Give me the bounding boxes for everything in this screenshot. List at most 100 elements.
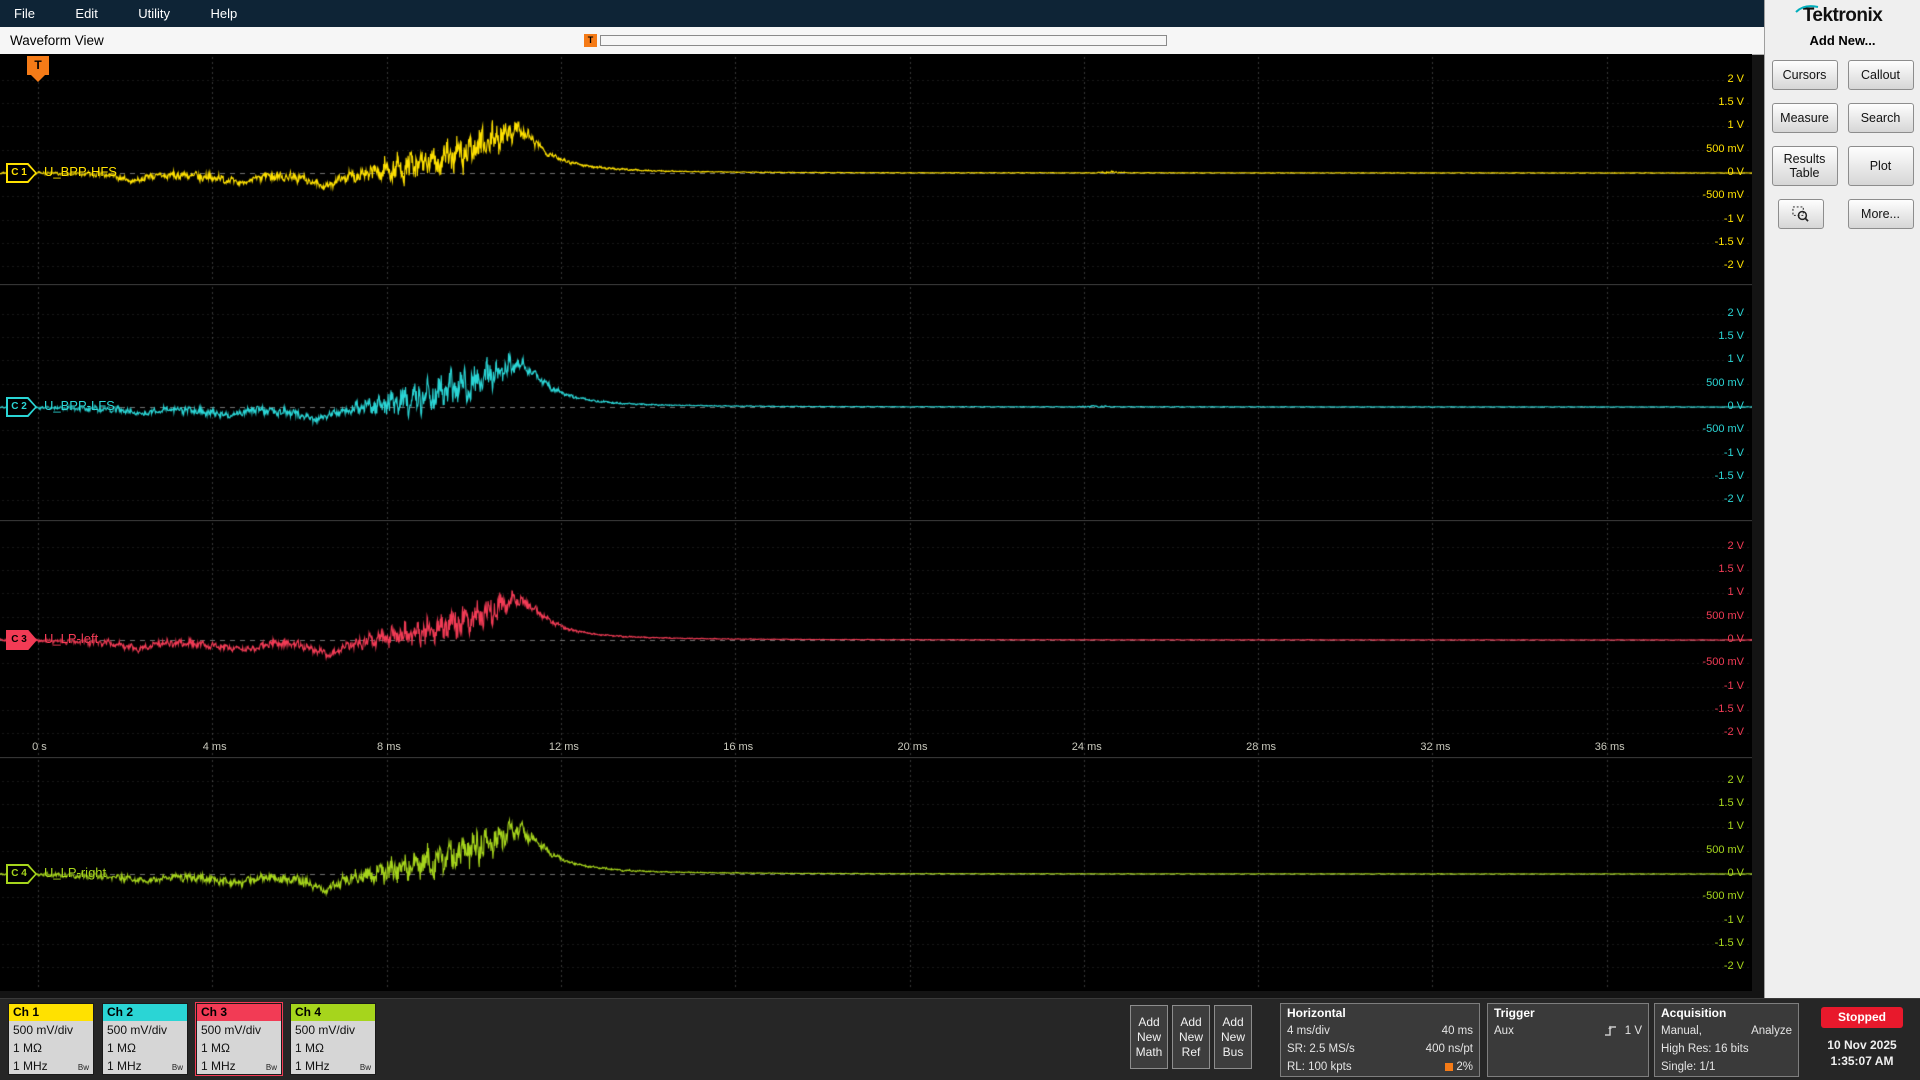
acquisition-single: Single: 1/1 <box>1661 1061 1716 1073</box>
v-axis-label-c1: -1 V <box>1723 212 1744 225</box>
waveform-canvas-c1[interactable] <box>0 54 1752 284</box>
callout-button[interactable]: Callout <box>1847 60 1914 90</box>
acquisition-res-row: High Res: 16 bits <box>1655 1040 1798 1058</box>
horizontal-scale: 4 ms/div <box>1287 1025 1330 1037</box>
waveform-slice-c3: C 3 U_LP-left 2 V 1.5 V1 V 500 mV 0 V -500 mV -… <box>0 520 1752 757</box>
channel-settings-ch2[interactable]: Ch 2 500 mV/div 1 MΩ 1 MHz Bw <box>102 1003 188 1075</box>
menu-utility[interactable]: Utility <box>120 0 188 27</box>
measure-button[interactable]: Measure <box>1771 103 1838 133</box>
add-new-ref-line2: New <box>1178 1030 1203 1044</box>
search-button[interactable]: Search <box>1847 103 1914 133</box>
bandwidth-limit-icon-ch1: Bw <box>77 1063 89 1072</box>
v-axis-label-c4: 1.5 V <box>1718 797 1744 810</box>
channel-scale-ch2: 500 mV/div <box>107 1023 168 1037</box>
zoom-tool-button[interactable] <box>1777 199 1824 229</box>
channel-trace-label-c1: U_BPP-HFS <box>44 164 117 179</box>
run-stop-status-badge[interactable]: Stopped <box>1821 1007 1903 1028</box>
add-new-bus-button[interactable]: Add New Bus <box>1214 1005 1252 1069</box>
time-axis-label: 32 ms <box>1420 741 1451 753</box>
horizontal-position-bar[interactable] <box>600 35 1167 46</box>
v-axis-label-c1: 2 V <box>1727 72 1744 85</box>
v-axis-label-c1: -2 V <box>1723 259 1744 272</box>
v-axis-label-c4: -2 V <box>1723 960 1744 973</box>
v-axis-label-c3: -1 V <box>1723 679 1744 692</box>
acquisition-panel-title: Acquisition <box>1661 1006 1727 1020</box>
channel-bandwidth-ch2: 1 MHz <box>107 1059 142 1073</box>
sample-rate: SR: 2.5 MS/s <box>1287 1043 1355 1055</box>
channel-impedance-ch2: 1 MΩ <box>107 1041 136 1055</box>
v-axis-label-c1: 1.5 V <box>1718 96 1744 109</box>
acquisition-mode: Manual, <box>1661 1025 1702 1037</box>
add-new-math-line3: Math <box>1135 1045 1163 1059</box>
menu-help[interactable]: Help <box>193 0 256 27</box>
more-button[interactable]: More... <box>1847 199 1914 229</box>
v-axis-label-c3: 500 mV <box>1706 609 1744 622</box>
menu-edit[interactable]: Edit <box>57 0 115 27</box>
horizontal-window: 40 ms <box>1441 1025 1473 1037</box>
cursors-button[interactable]: Cursors <box>1771 60 1838 90</box>
menu-bar: File Edit Utility Help <box>0 0 1764 27</box>
trigger-marker-flag[interactable]: T <box>27 56 49 82</box>
channel-settings-ch3[interactable]: Ch 3 500 mV/div 1 MΩ 1 MHz Bw <box>195 1002 283 1076</box>
waveform-slice-c1: C 1 U_BPP-HFS 2 V 1.5 V1 V 500 mV 0 V -500 mV -… <box>0 54 1752 284</box>
acquisition-mode-row: Manual, Analyze <box>1655 1022 1798 1040</box>
horizontal-position: 2% <box>1445 1058 1473 1076</box>
add-new-bus-line3: Bus <box>1222 1045 1244 1059</box>
v-axis-label-c1: 1 V <box>1727 119 1744 132</box>
add-new-math-line2: New <box>1136 1030 1161 1044</box>
results-table-button[interactable]: Results Table <box>1771 146 1838 186</box>
horizontal-panel[interactable]: Horizontal 4 ms/div 40 ms SR: 2.5 MS/s 4… <box>1280 1003 1480 1077</box>
acquisition-resolution: High Res: 16 bits <box>1661 1043 1749 1055</box>
menu-file[interactable]: File <box>0 0 53 27</box>
add-new-bus-line2: New <box>1220 1030 1245 1044</box>
channel-settings-ch4[interactable]: Ch 4 500 mV/div 1 MΩ 1 MHz Bw <box>290 1003 376 1075</box>
horizontal-panel-title: Horizontal <box>1287 1006 1346 1020</box>
v-axis-label-c4: 2 V <box>1727 773 1744 786</box>
acquisition-panel[interactable]: Acquisition Manual, Analyze High Res: 16… <box>1654 1003 1799 1077</box>
waveform-plot-area[interactable]: ⠿ C 1U_BPP-HFS2 V1.5 V1 V500 mV0 V-500 m… <box>0 54 1753 991</box>
v-axis-label-c3: 2 V <box>1727 539 1744 552</box>
v-axis-label-c3: -500 mV <box>1702 656 1744 669</box>
v-axis-label-c2: 1.5 V <box>1718 330 1744 343</box>
channel-bandwidth-row-ch2: 1 MHz Bw <box>103 1057 187 1075</box>
channel-settings-header-ch2: Ch 2 <box>103 1004 187 1021</box>
acquisition-single-row: Single: 1/1 <box>1655 1058 1798 1076</box>
waveform-canvas-c2[interactable] <box>0 284 1752 520</box>
channel-bandwidth-ch4: 1 MHz <box>295 1059 330 1073</box>
waveform-canvas-c3[interactable] <box>0 520 1752 757</box>
v-axis-label-c2: 2 V <box>1727 306 1744 319</box>
time-axis-label: 20 ms <box>897 741 928 753</box>
v-axis-label-c4: 1 V <box>1727 820 1744 833</box>
bandwidth-limit-icon-ch3: Bw <box>265 1063 277 1072</box>
channel-bandwidth-row-ch4: 1 MHz Bw <box>291 1057 375 1075</box>
time-axis-label: 36 ms <box>1594 741 1625 753</box>
add-new-bus-line1: Add <box>1222 1015 1244 1029</box>
channel-settings-header-ch3: Ch 3 <box>197 1004 281 1021</box>
time-axis-label: 24 ms <box>1071 741 1102 753</box>
v-axis-label-c2: -1.5 V <box>1714 469 1744 482</box>
channel-bandwidth-ch3: 1 MHz <box>201 1059 236 1073</box>
time-axis-label: 8 ms <box>377 741 401 753</box>
horizontal-position-indicator[interactable]: T <box>584 34 1167 47</box>
v-axis-label-c3: -1.5 V <box>1714 702 1744 715</box>
trigger-panel[interactable]: Trigger Aux 1 V <box>1487 1003 1649 1077</box>
add-new-math-button[interactable]: Add New Math <box>1130 1005 1168 1069</box>
channel-trace-label-c2: U_BPP-LFS <box>44 398 115 413</box>
right-side-panel: Tektronix Add New... Cursors Callout Mea… <box>1764 0 1920 998</box>
bandwidth-limit-icon-ch4: Bw <box>359 1063 371 1072</box>
trigger-position-marker-icon <box>1445 1063 1454 1071</box>
v-axis-label-c1: 0 V <box>1727 166 1744 178</box>
oscilloscope-app: File Edit Utility Help Waveform View T ⠿… <box>0 0 1920 1080</box>
trigger-source-row: Aux 1 V <box>1488 1022 1648 1040</box>
time-axis-label: 28 ms <box>1246 741 1277 753</box>
run-status-zone: Stopped 10 Nov 2025 1:35:07 AM <box>1804 999 1920 1080</box>
plot-button[interactable]: Plot <box>1847 146 1914 186</box>
v-axis-label-c4: -1.5 V <box>1714 936 1744 949</box>
v-axis-label-c2: -2 V <box>1723 493 1744 506</box>
trigger-panel-title: Trigger <box>1494 1006 1535 1020</box>
add-new-ref-button[interactable]: Add New Ref <box>1172 1005 1210 1069</box>
channel-settings-ch1[interactable]: Ch 1 500 mV/div 1 MΩ 1 MHz Bw <box>8 1003 94 1075</box>
waveform-canvas-c4[interactable] <box>0 757 1752 991</box>
channel-bandwidth-ch1: 1 MHz <box>13 1059 48 1073</box>
channel-scale-ch1: 500 mV/div <box>13 1023 74 1037</box>
